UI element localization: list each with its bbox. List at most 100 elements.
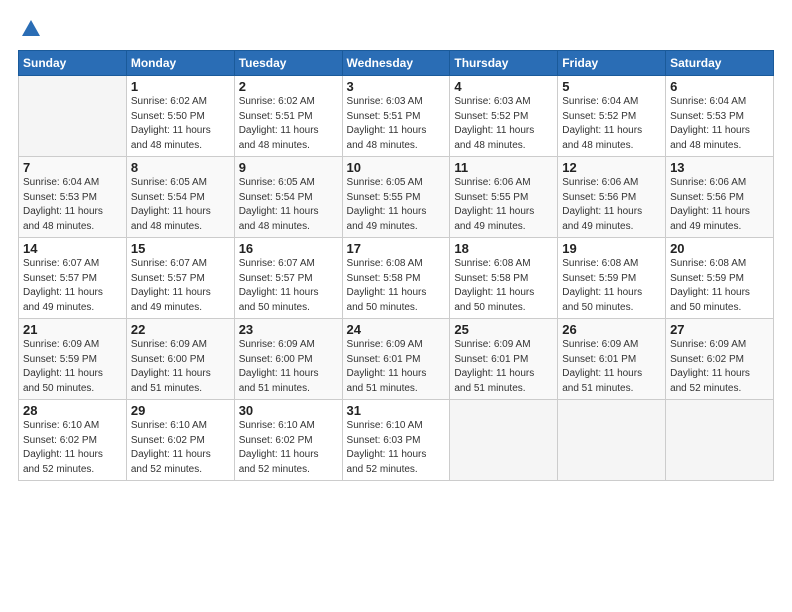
day-info: Sunrise: 6:03 AM Sunset: 5:52 PM Dayligh… — [454, 95, 553, 153]
calendar-header-friday: Friday — [558, 51, 666, 76]
day-info: Sunrise: 6:05 AM Sunset: 5:54 PM Dayligh… — [239, 176, 338, 234]
day-info: Sunrise: 6:02 AM Sunset: 5:51 PM Dayligh… — [239, 95, 338, 153]
day-number: 21 — [23, 322, 122, 337]
day-info: Sunrise: 6:10 AM Sunset: 6:02 PM Dayligh… — [239, 419, 338, 477]
calendar-cell: 28Sunrise: 6:10 AM Sunset: 6:02 PM Dayli… — [19, 400, 127, 481]
day-info: Sunrise: 6:04 AM Sunset: 5:52 PM Dayligh… — [562, 95, 661, 153]
day-info: Sunrise: 6:08 AM Sunset: 5:58 PM Dayligh… — [454, 257, 553, 315]
day-number: 2 — [239, 79, 338, 94]
calendar-week-row: 14Sunrise: 6:07 AM Sunset: 5:57 PM Dayli… — [19, 238, 774, 319]
calendar-cell: 26Sunrise: 6:09 AM Sunset: 6:01 PM Dayli… — [558, 319, 666, 400]
day-number: 10 — [347, 160, 446, 175]
day-number: 27 — [670, 322, 769, 337]
calendar-cell: 3Sunrise: 6:03 AM Sunset: 5:51 PM Daylig… — [342, 76, 450, 157]
calendar-week-row: 7Sunrise: 6:04 AM Sunset: 5:53 PM Daylig… — [19, 157, 774, 238]
calendar-week-row: 21Sunrise: 6:09 AM Sunset: 5:59 PM Dayli… — [19, 319, 774, 400]
header — [18, 18, 774, 40]
day-info: Sunrise: 6:06 AM Sunset: 5:55 PM Dayligh… — [454, 176, 553, 234]
calendar-cell: 9Sunrise: 6:05 AM Sunset: 5:54 PM Daylig… — [234, 157, 342, 238]
calendar-cell: 8Sunrise: 6:05 AM Sunset: 5:54 PM Daylig… — [126, 157, 234, 238]
day-info: Sunrise: 6:04 AM Sunset: 5:53 PM Dayligh… — [670, 95, 769, 153]
calendar-cell: 10Sunrise: 6:05 AM Sunset: 5:55 PM Dayli… — [342, 157, 450, 238]
day-number: 4 — [454, 79, 553, 94]
calendar-cell: 15Sunrise: 6:07 AM Sunset: 5:57 PM Dayli… — [126, 238, 234, 319]
day-number: 28 — [23, 403, 122, 418]
day-info: Sunrise: 6:07 AM Sunset: 5:57 PM Dayligh… — [131, 257, 230, 315]
day-info: Sunrise: 6:08 AM Sunset: 5:58 PM Dayligh… — [347, 257, 446, 315]
calendar-cell: 1Sunrise: 6:02 AM Sunset: 5:50 PM Daylig… — [126, 76, 234, 157]
day-number: 13 — [670, 160, 769, 175]
calendar-header-sunday: Sunday — [19, 51, 127, 76]
day-info: Sunrise: 6:04 AM Sunset: 5:53 PM Dayligh… — [23, 176, 122, 234]
calendar-cell: 7Sunrise: 6:04 AM Sunset: 5:53 PM Daylig… — [19, 157, 127, 238]
day-number: 9 — [239, 160, 338, 175]
day-info: Sunrise: 6:02 AM Sunset: 5:50 PM Dayligh… — [131, 95, 230, 153]
calendar-cell — [666, 400, 774, 481]
day-number: 5 — [562, 79, 661, 94]
calendar-cell: 16Sunrise: 6:07 AM Sunset: 5:57 PM Dayli… — [234, 238, 342, 319]
day-info: Sunrise: 6:10 AM Sunset: 6:02 PM Dayligh… — [23, 419, 122, 477]
calendar-header-tuesday: Tuesday — [234, 51, 342, 76]
day-info: Sunrise: 6:05 AM Sunset: 5:54 PM Dayligh… — [131, 176, 230, 234]
calendar-header-monday: Monday — [126, 51, 234, 76]
calendar-header-row: SundayMondayTuesdayWednesdayThursdayFrid… — [19, 51, 774, 76]
day-number: 23 — [239, 322, 338, 337]
calendar-cell: 25Sunrise: 6:09 AM Sunset: 6:01 PM Dayli… — [450, 319, 558, 400]
calendar-table: SundayMondayTuesdayWednesdayThursdayFrid… — [18, 50, 774, 481]
day-number: 15 — [131, 241, 230, 256]
day-info: Sunrise: 6:08 AM Sunset: 5:59 PM Dayligh… — [670, 257, 769, 315]
calendar-cell: 22Sunrise: 6:09 AM Sunset: 6:00 PM Dayli… — [126, 319, 234, 400]
calendar-cell: 21Sunrise: 6:09 AM Sunset: 5:59 PM Dayli… — [19, 319, 127, 400]
day-number: 20 — [670, 241, 769, 256]
day-info: Sunrise: 6:09 AM Sunset: 6:01 PM Dayligh… — [347, 338, 446, 396]
day-info: Sunrise: 6:09 AM Sunset: 6:00 PM Dayligh… — [239, 338, 338, 396]
day-number: 12 — [562, 160, 661, 175]
calendar-cell: 5Sunrise: 6:04 AM Sunset: 5:52 PM Daylig… — [558, 76, 666, 157]
calendar-cell: 20Sunrise: 6:08 AM Sunset: 5:59 PM Dayli… — [666, 238, 774, 319]
day-info: Sunrise: 6:07 AM Sunset: 5:57 PM Dayligh… — [23, 257, 122, 315]
calendar-cell — [558, 400, 666, 481]
day-number: 25 — [454, 322, 553, 337]
calendar-cell: 12Sunrise: 6:06 AM Sunset: 5:56 PM Dayli… — [558, 157, 666, 238]
calendar-cell: 30Sunrise: 6:10 AM Sunset: 6:02 PM Dayli… — [234, 400, 342, 481]
calendar-cell: 13Sunrise: 6:06 AM Sunset: 5:56 PM Dayli… — [666, 157, 774, 238]
day-info: Sunrise: 6:09 AM Sunset: 6:01 PM Dayligh… — [454, 338, 553, 396]
calendar-header-saturday: Saturday — [666, 51, 774, 76]
day-number: 26 — [562, 322, 661, 337]
calendar-cell — [19, 76, 127, 157]
day-number: 8 — [131, 160, 230, 175]
day-number: 24 — [347, 322, 446, 337]
calendar-cell: 6Sunrise: 6:04 AM Sunset: 5:53 PM Daylig… — [666, 76, 774, 157]
calendar-cell: 4Sunrise: 6:03 AM Sunset: 5:52 PM Daylig… — [450, 76, 558, 157]
day-number: 19 — [562, 241, 661, 256]
day-number: 11 — [454, 160, 553, 175]
calendar-cell — [450, 400, 558, 481]
day-number: 16 — [239, 241, 338, 256]
calendar-cell: 29Sunrise: 6:10 AM Sunset: 6:02 PM Dayli… — [126, 400, 234, 481]
calendar-cell: 31Sunrise: 6:10 AM Sunset: 6:03 PM Dayli… — [342, 400, 450, 481]
day-number: 17 — [347, 241, 446, 256]
calendar-cell: 19Sunrise: 6:08 AM Sunset: 5:59 PM Dayli… — [558, 238, 666, 319]
day-number: 3 — [347, 79, 446, 94]
day-number: 7 — [23, 160, 122, 175]
calendar-week-row: 1Sunrise: 6:02 AM Sunset: 5:50 PM Daylig… — [19, 76, 774, 157]
day-number: 14 — [23, 241, 122, 256]
calendar-cell: 2Sunrise: 6:02 AM Sunset: 5:51 PM Daylig… — [234, 76, 342, 157]
logo — [18, 18, 42, 40]
calendar-cell: 11Sunrise: 6:06 AM Sunset: 5:55 PM Dayli… — [450, 157, 558, 238]
day-number: 1 — [131, 79, 230, 94]
calendar-week-row: 28Sunrise: 6:10 AM Sunset: 6:02 PM Dayli… — [19, 400, 774, 481]
day-info: Sunrise: 6:09 AM Sunset: 6:01 PM Dayligh… — [562, 338, 661, 396]
day-info: Sunrise: 6:09 AM Sunset: 6:00 PM Dayligh… — [131, 338, 230, 396]
day-number: 22 — [131, 322, 230, 337]
day-info: Sunrise: 6:10 AM Sunset: 6:02 PM Dayligh… — [131, 419, 230, 477]
day-number: 29 — [131, 403, 230, 418]
day-info: Sunrise: 6:09 AM Sunset: 5:59 PM Dayligh… — [23, 338, 122, 396]
day-info: Sunrise: 6:06 AM Sunset: 5:56 PM Dayligh… — [562, 176, 661, 234]
day-number: 6 — [670, 79, 769, 94]
calendar-cell: 24Sunrise: 6:09 AM Sunset: 6:01 PM Dayli… — [342, 319, 450, 400]
calendar-header-wednesday: Wednesday — [342, 51, 450, 76]
calendar-cell: 23Sunrise: 6:09 AM Sunset: 6:00 PM Dayli… — [234, 319, 342, 400]
logo-icon — [20, 18, 42, 40]
day-info: Sunrise: 6:03 AM Sunset: 5:51 PM Dayligh… — [347, 95, 446, 153]
